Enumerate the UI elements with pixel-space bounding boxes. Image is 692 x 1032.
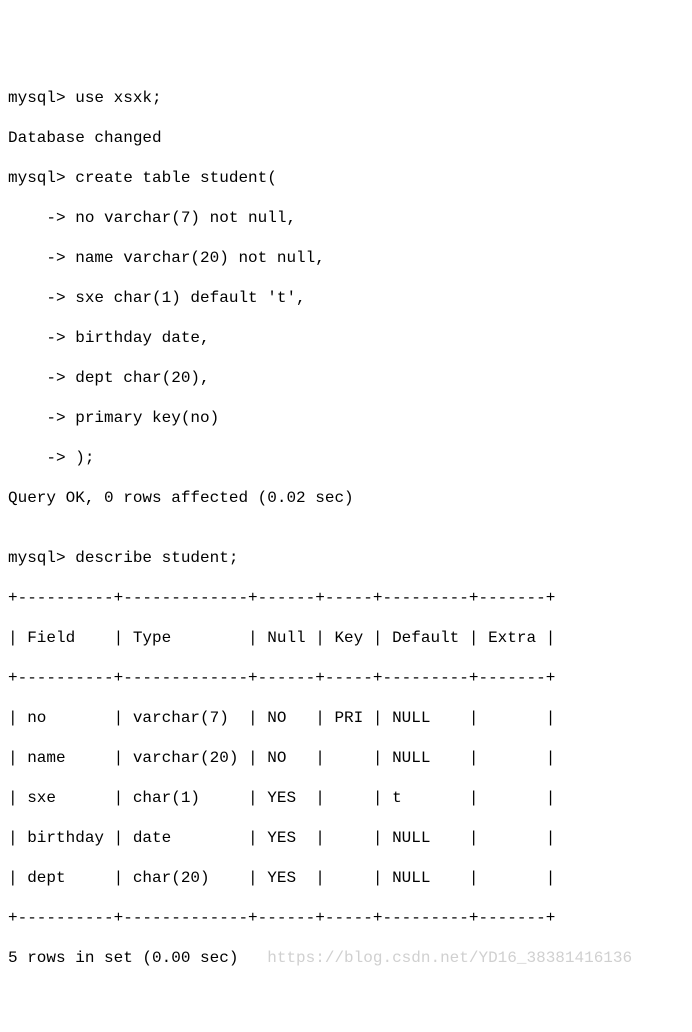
table-header: | Field | Type | Null | Key | Default | … <box>8 628 692 648</box>
footer-line: 5 rows in set (0.00 sec) https://blog.cs… <box>8 948 692 968</box>
create-line-no: -> no varchar(7) not null, <box>8 208 692 228</box>
cmd-use: mysql> use xsxk; <box>8 88 692 108</box>
cmd-create-table: mysql> create table student( <box>8 168 692 188</box>
create-line-birthday: -> birthday date, <box>8 328 692 348</box>
table-row: | no | varchar(7) | NO | PRI | NULL | | <box>8 708 692 728</box>
mysql-terminal: mysql> use xsxk; Database changed mysql>… <box>8 68 692 988</box>
create-line-name: -> name varchar(20) not null, <box>8 248 692 268</box>
table-row: | sxe | char(1) | YES | | t | | <box>8 788 692 808</box>
create-line-pk: -> primary key(no) <box>8 408 692 428</box>
watermark: https://blog.csdn.net/YD16_38381416136 <box>238 949 632 967</box>
db-changed: Database changed <box>8 128 692 148</box>
table-row: | birthday | date | YES | | NULL | | <box>8 828 692 848</box>
cmd-describe: mysql> describe student; <box>8 548 692 568</box>
create-line-dept: -> dept char(20), <box>8 368 692 388</box>
create-line-sxe: -> sxe char(1) default 't', <box>8 288 692 308</box>
table-border-mid: +----------+-------------+------+-----+-… <box>8 668 692 688</box>
table-row: | dept | char(20) | YES | | NULL | | <box>8 868 692 888</box>
table-row: | name | varchar(20) | NO | | NULL | | <box>8 748 692 768</box>
query-ok: Query OK, 0 rows affected (0.02 sec) <box>8 488 692 508</box>
rows-in-set: 5 rows in set (0.00 sec) <box>8 949 238 967</box>
table-border-top: +----------+-------------+------+-----+-… <box>8 588 692 608</box>
table-border-bot: +----------+-------------+------+-----+-… <box>8 908 692 928</box>
create-line-end: -> ); <box>8 448 692 468</box>
